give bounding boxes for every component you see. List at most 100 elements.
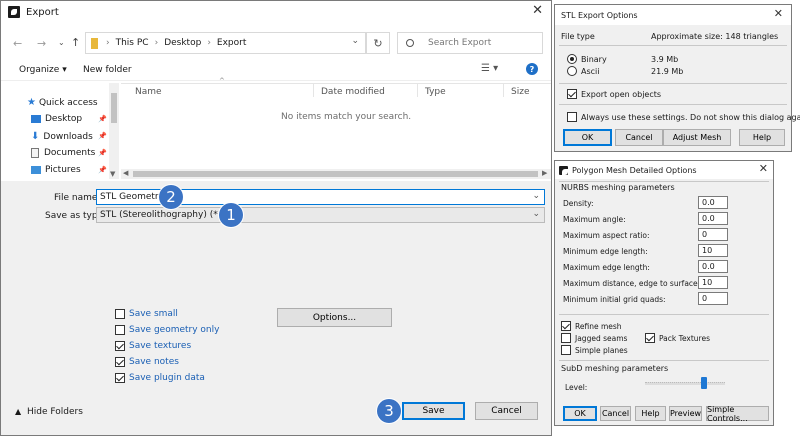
- level-label: Level:: [565, 383, 588, 392]
- nav-documents[interactable]: Documents: [31, 148, 95, 158]
- refine-mesh-checkbox[interactable]: Refine mesh: [561, 321, 622, 331]
- forward-arrow-icon[interactable]: →: [37, 37, 46, 50]
- binary-size: 3.9 Mb: [651, 55, 679, 64]
- column-type[interactable]: Type: [425, 87, 446, 97]
- preview-button[interactable]: Preview: [669, 406, 702, 421]
- help-icon[interactable]: ?: [526, 63, 538, 75]
- recent-chevron-icon[interactable]: ⌄: [58, 38, 65, 47]
- param-label: Maximum angle:: [563, 215, 626, 224]
- hide-folders-toggle[interactable]: ▲ Hide Folders: [15, 407, 83, 417]
- nav-scrollbar-thumb[interactable]: [111, 93, 117, 123]
- simple-planes-checkbox[interactable]: Simple planes: [561, 345, 628, 355]
- organize-menu[interactable]: Organize ▾: [19, 65, 67, 75]
- nurbs-section-header: NURBS meshing parameters: [561, 183, 675, 192]
- nav-downloads[interactable]: ⬇ Downloads: [31, 131, 93, 142]
- file-name-label: File name:: [54, 193, 101, 203]
- column-divider: [503, 83, 504, 97]
- search-box[interactable]: Search Export: [397, 32, 543, 54]
- param-label: Maximum aspect ratio:: [563, 231, 650, 240]
- scroll-left-icon[interactable]: ◀: [123, 169, 128, 177]
- address-dropdown-icon[interactable]: ⌄: [351, 36, 359, 46]
- save-type-select[interactable]: STL (Stereolithography) (*.stl) ⌄: [96, 207, 545, 223]
- simple-controls-button[interactable]: Simple Controls...: [706, 405, 769, 423]
- options-button[interactable]: Options...: [277, 308, 392, 327]
- stl-export-options-dialog: STL Export Options ✕ File type Approxima…: [554, 4, 800, 152]
- column-date-modified[interactable]: Date modified: [321, 87, 385, 97]
- scroll-down-icon[interactable]: ▼: [110, 170, 115, 178]
- stl-ok-button[interactable]: OK: [563, 129, 612, 146]
- address-bar[interactable]: › This PC › Desktop › Export ⌄: [85, 32, 366, 54]
- divider: [559, 360, 769, 361]
- scroll-right-icon[interactable]: ▶: [542, 169, 547, 177]
- binary-radio[interactable]: Binary: [567, 54, 607, 64]
- density-input[interactable]: 0.0: [698, 196, 728, 209]
- ascii-size: 21.9 Mb: [651, 67, 684, 76]
- star-icon: ★: [27, 97, 36, 108]
- stl-title: STL Export Options: [561, 10, 638, 20]
- subd-section-header: SubD meshing parameters: [561, 364, 669, 373]
- mesh-help-button[interactable]: Help: [635, 406, 666, 421]
- jagged-seams-checkbox[interactable]: Jagged seams: [561, 333, 627, 343]
- new-folder-button[interactable]: New folder: [83, 65, 132, 75]
- dropdown-chevron-icon[interactable]: ⌄: [532, 191, 540, 201]
- horizontal-scrollbar-thumb[interactable]: [133, 171, 538, 177]
- maximum-distance-input[interactable]: 10: [698, 276, 728, 289]
- breadcrumb-this-pc[interactable]: This PC: [116, 38, 149, 48]
- save-geometry-only-checkbox[interactable]: Save geometry only: [115, 325, 219, 335]
- divider: [559, 45, 787, 46]
- breadcrumb-desktop[interactable]: Desktop: [164, 38, 201, 48]
- nav-desktop[interactable]: Desktop: [31, 114, 82, 124]
- mesh-cancel-button[interactable]: Cancel: [600, 406, 631, 421]
- close-icon[interactable]: ✕: [774, 7, 783, 21]
- rhino-logo-icon: [559, 165, 568, 175]
- level-slider-track[interactable]: [645, 382, 725, 385]
- maximum-aspect-ratio-input[interactable]: 0: [698, 228, 728, 241]
- export-title: Export: [26, 6, 59, 18]
- ascii-radio[interactable]: Ascii: [567, 66, 599, 76]
- export-dialog: Export ✕ ← → ⌄ ↑ › This PC › Desktop › E…: [0, 0, 552, 436]
- close-icon[interactable]: ✕: [759, 162, 768, 176]
- mesh-titlebar: Polygon Mesh Detailed Options ✕: [555, 161, 773, 179]
- empty-message: No items match your search.: [281, 112, 412, 122]
- pack-textures-checkbox[interactable]: Pack Textures: [645, 333, 710, 343]
- search-input[interactable]: Search Export: [428, 38, 491, 48]
- search-icon: [406, 39, 414, 47]
- adjust-mesh-button[interactable]: Adjust Mesh: [663, 129, 731, 146]
- pin-icon: 📌: [98, 132, 107, 140]
- chevron-up-icon: ▲: [15, 407, 22, 416]
- up-arrow-icon[interactable]: ↑: [71, 36, 80, 49]
- refresh-button[interactable]: ↻: [366, 32, 390, 54]
- always-use-settings-checkbox[interactable]: Always use these settings. Do not show t…: [567, 112, 800, 122]
- save-textures-checkbox[interactable]: Save textures: [115, 341, 191, 351]
- mesh-ok-button[interactable]: OK: [563, 406, 597, 421]
- pin-icon: 📌: [98, 115, 107, 123]
- nav-pictures[interactable]: Pictures: [31, 165, 81, 175]
- folder-icon: [91, 37, 98, 49]
- stl-cancel-button[interactable]: Cancel: [615, 129, 663, 146]
- dropdown-chevron-icon[interactable]: ⌄: [532, 209, 540, 219]
- view-options-icon[interactable]: ☰ ▾: [481, 63, 498, 74]
- column-size[interactable]: Size: [511, 87, 529, 97]
- close-icon[interactable]: ✕: [532, 4, 543, 18]
- back-arrow-icon[interactable]: ←: [13, 37, 22, 50]
- param-label: Minimum edge length:: [563, 247, 648, 256]
- minimum-edge-length-input[interactable]: 10: [698, 244, 728, 257]
- param-label: Minimum initial grid quads:: [563, 295, 666, 304]
- cancel-button[interactable]: Cancel: [475, 402, 538, 420]
- save-notes-checkbox[interactable]: Save notes: [115, 357, 179, 367]
- param-label: Maximum distance, edge to surface:: [563, 279, 701, 288]
- save-small-checkbox[interactable]: Save small: [115, 309, 178, 319]
- breadcrumb-export[interactable]: Export: [217, 38, 246, 48]
- minimum-grid-quads-input[interactable]: 0: [698, 292, 728, 305]
- nav-quick-access[interactable]: ★ Quick access: [27, 97, 98, 108]
- export-open-objects-checkbox[interactable]: Export open objects: [567, 89, 661, 99]
- callout-badge-2: 2: [159, 185, 183, 209]
- stl-help-button[interactable]: Help: [739, 129, 785, 146]
- level-slider-thumb[interactable]: [701, 377, 707, 389]
- save-plugin-data-checkbox[interactable]: Save plugin data: [115, 373, 205, 383]
- save-button[interactable]: Save: [402, 402, 465, 420]
- stl-titlebar: STL Export Options ✕: [555, 5, 791, 25]
- column-name[interactable]: Name: [135, 87, 162, 97]
- maximum-angle-input[interactable]: 0.0: [698, 212, 728, 225]
- maximum-edge-length-input[interactable]: 0.0: [698, 260, 728, 273]
